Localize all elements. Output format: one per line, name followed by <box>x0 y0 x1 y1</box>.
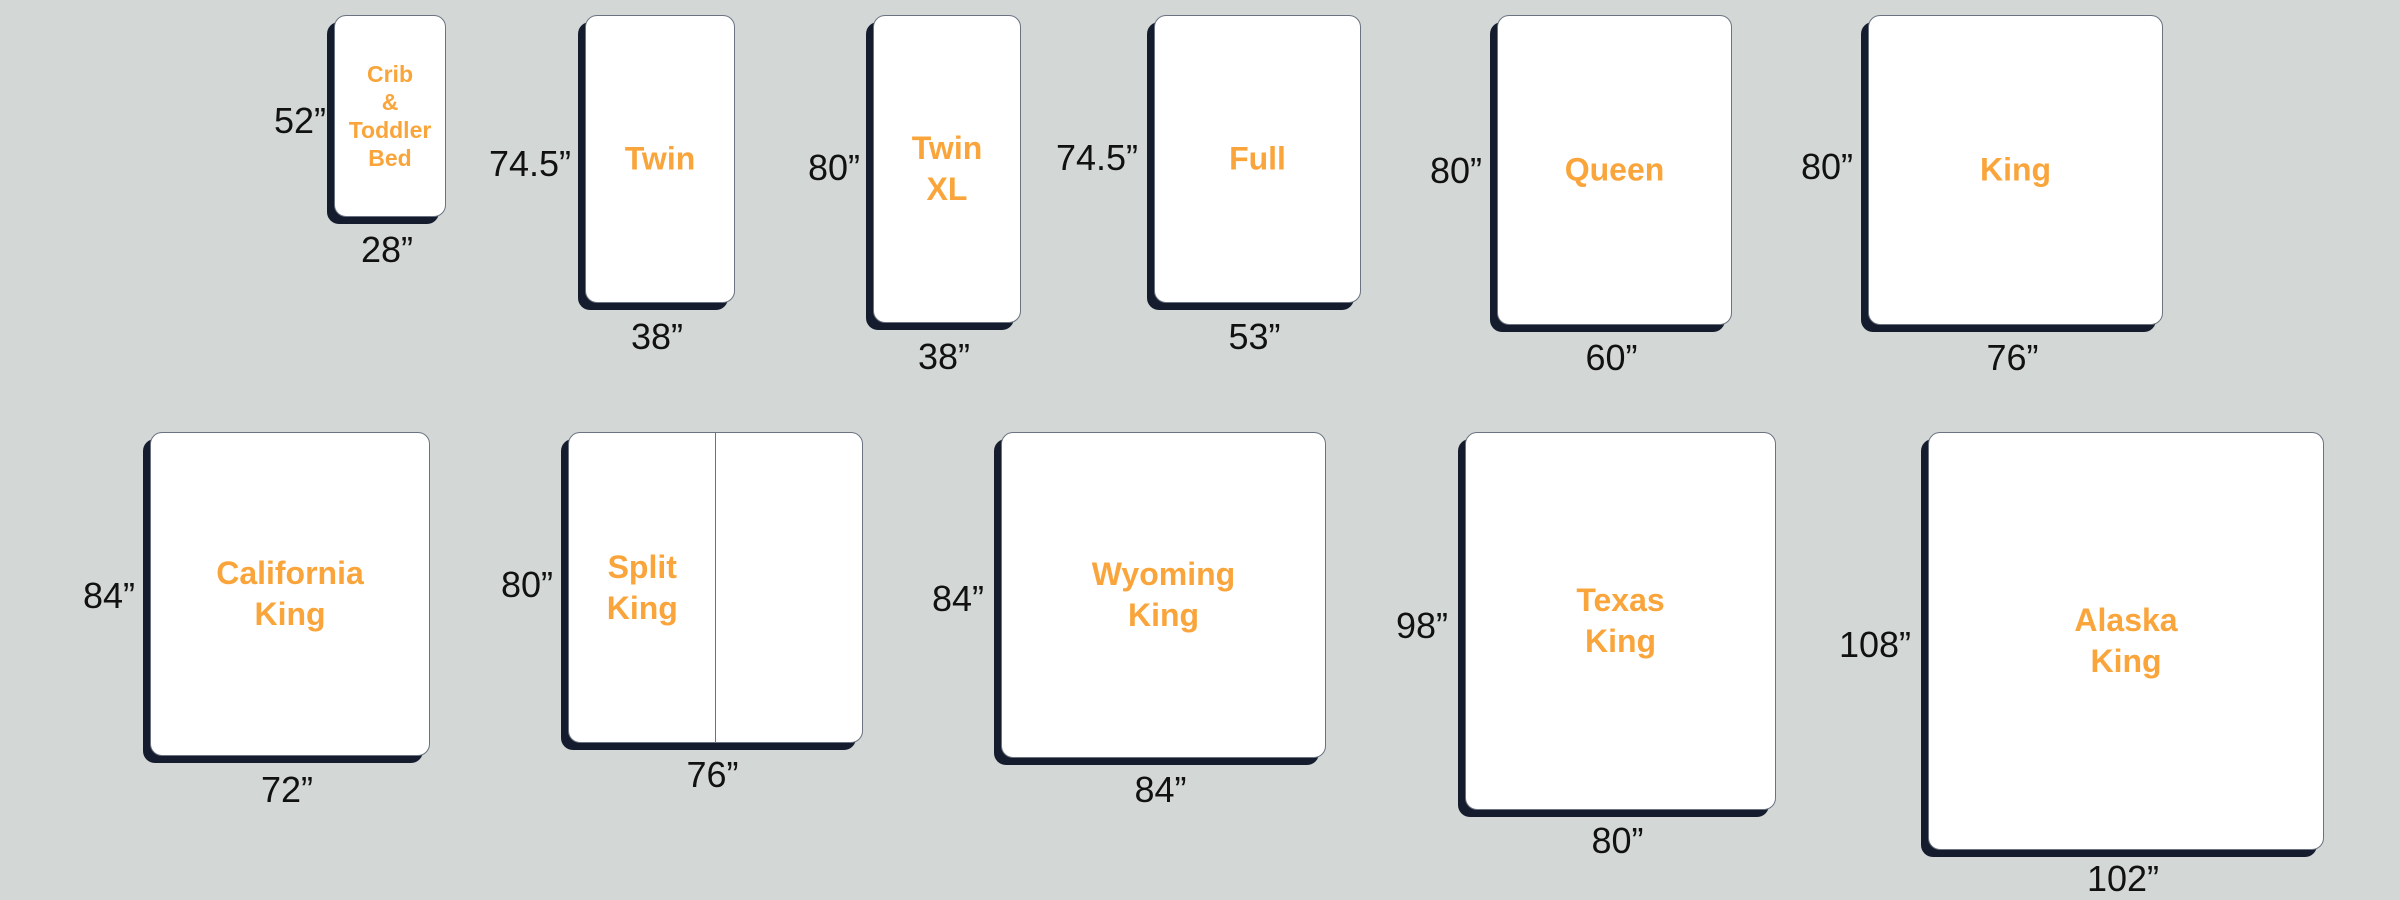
mattress-king: King <box>1868 15 2163 325</box>
length-label: 80” <box>1429 150 1482 191</box>
bed-name-line: Wyoming <box>1091 556 1236 592</box>
bed-name-line: King <box>1584 623 1657 659</box>
bed-name: California King <box>151 553 429 635</box>
bed-name-line: Twin <box>624 140 696 177</box>
bed-name-line: Bed <box>368 145 412 171</box>
width-label: 102” <box>2086 858 2160 899</box>
bed-name-line: King <box>1127 597 1200 633</box>
bed-name-line: & <box>381 89 399 115</box>
width-label: 60” <box>1585 337 1638 378</box>
bed-name-line: Full <box>1229 140 1286 177</box>
width-label: 84” <box>1134 769 1187 810</box>
bed-name-line: Texas <box>1576 582 1665 618</box>
width-label: 80” <box>1591 820 1644 861</box>
bed-name-line: King <box>2090 643 2162 679</box>
width-label: 38” <box>630 316 684 357</box>
bed-name-line: XL <box>926 171 968 207</box>
mattress-california-king: California King <box>150 432 430 756</box>
bed-name: Twin <box>586 139 734 180</box>
bed-name-line: Twin <box>911 130 983 166</box>
bed-name-line: King <box>254 596 326 632</box>
length-label: 84” <box>931 578 984 619</box>
mattress-crib: Crib & Toddler Bed <box>334 15 446 217</box>
bed-name: Twin XL <box>874 128 1020 210</box>
bed-name: Full <box>1155 139 1360 180</box>
width-label: 53” <box>1228 316 1281 357</box>
bed-name: Wyoming King <box>1002 554 1325 636</box>
bed-name: Alaska King <box>1929 600 2323 682</box>
length-label: 80” <box>807 147 860 188</box>
bed-name-line: King <box>1979 151 2052 188</box>
mattress-queen: Queen <box>1497 15 1732 325</box>
mattress-split-king: Split King <box>568 432 863 743</box>
width-label: 72” <box>260 769 314 810</box>
length-label: 80” <box>1800 146 1853 187</box>
bed-name-line: Queen <box>1564 151 1665 188</box>
bed-name-line: Crib <box>367 61 413 87</box>
bed-name-line: Alaska <box>2074 602 2178 638</box>
width-label: 76” <box>1986 337 2039 378</box>
bed-name: Texas King <box>1466 580 1775 662</box>
length-label: 98” <box>1395 605 1448 646</box>
length-label: 74.5” <box>488 143 571 184</box>
length-label: 74.5” <box>1055 137 1138 178</box>
bed-name-line: King <box>606 589 678 626</box>
bed-name: Split King <box>569 547 716 629</box>
mattress-full: Full <box>1154 15 1361 303</box>
mattress-wyoming-king: Wyoming King <box>1001 432 1326 758</box>
mattress-twin: Twin <box>585 15 735 303</box>
bed-name-line: Split <box>607 548 677 585</box>
width-label: 28” <box>360 229 414 270</box>
width-label: 38” <box>917 336 971 377</box>
bed-name: Queen <box>1498 150 1731 191</box>
bed-name-line: Toddler <box>348 117 432 143</box>
bed-name-line: California <box>216 555 364 591</box>
bed-name: King <box>1869 150 2162 191</box>
width-label: 76” <box>686 754 739 795</box>
bed-name: Crib & Toddler Bed <box>335 60 445 172</box>
length-label: 52” <box>273 100 326 141</box>
length-label: 84” <box>82 575 135 616</box>
mattress-texas-king: Texas King <box>1465 432 1776 810</box>
mattress-twin-xl: Twin XL <box>873 15 1021 323</box>
length-label: 108” <box>1838 624 1911 665</box>
length-label: 80” <box>500 564 553 605</box>
mattress-alaska-king: Alaska King <box>1928 432 2324 850</box>
